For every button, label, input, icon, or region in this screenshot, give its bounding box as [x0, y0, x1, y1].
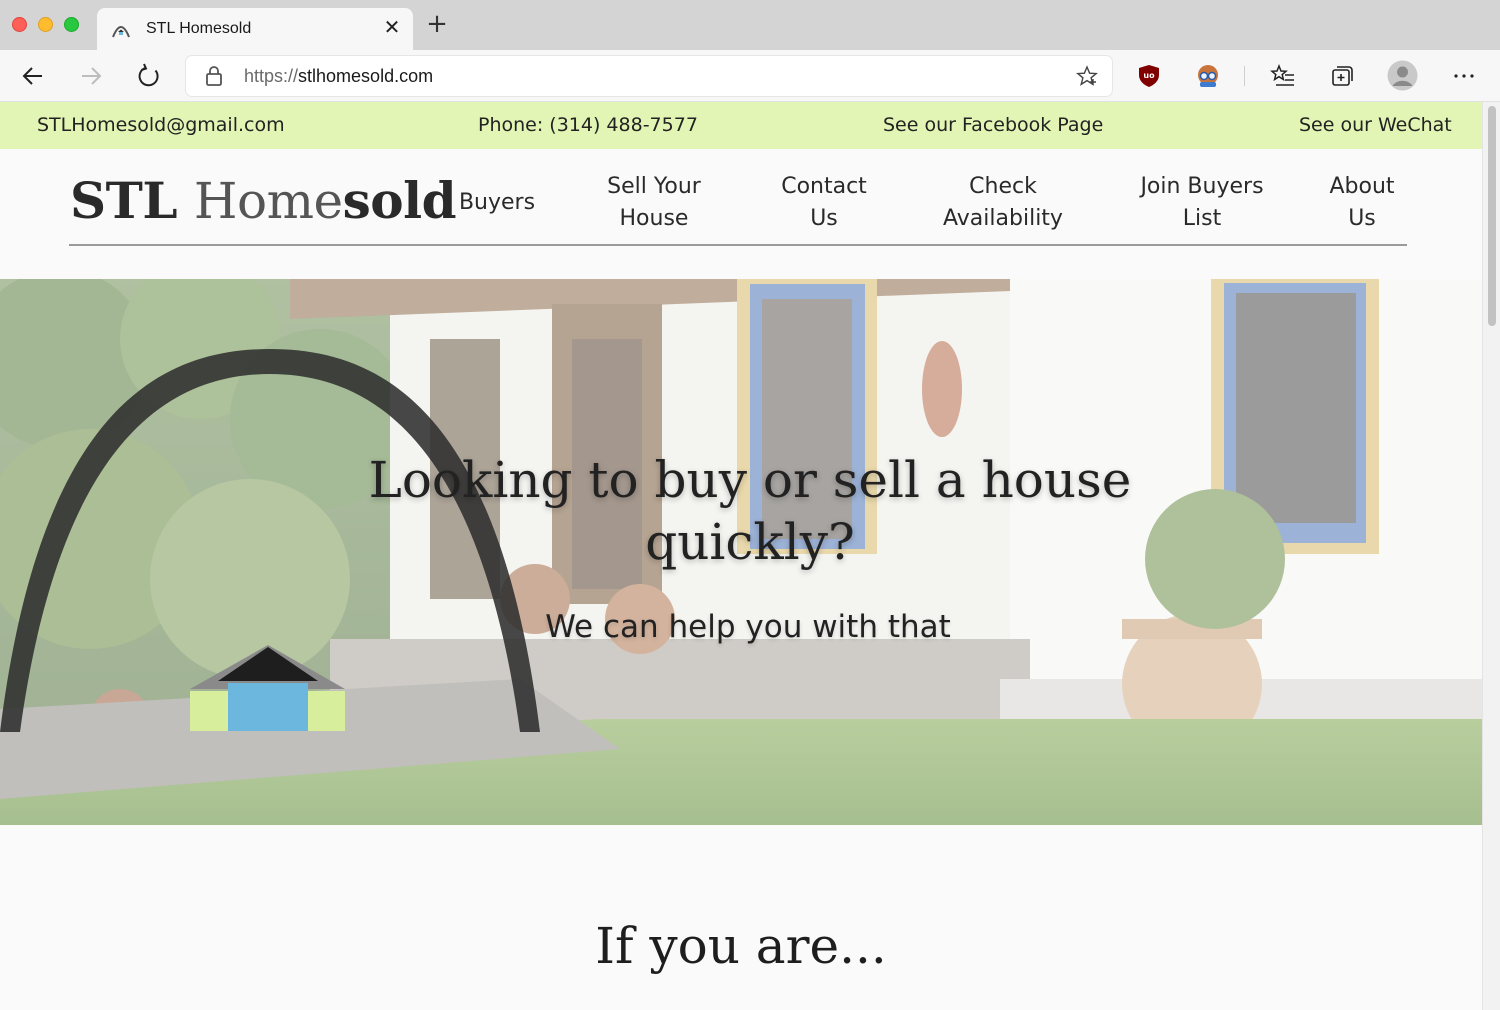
- tab-close-icon[interactable]: ✕: [381, 17, 403, 39]
- nav-about-us[interactable]: About Us: [1316, 171, 1408, 235]
- privacy-extension-icon[interactable]: [1195, 63, 1221, 89]
- reload-icon[interactable]: [134, 61, 164, 91]
- address-bar[interactable]: https://stlhomesold.com: [186, 56, 1112, 96]
- new-tab-icon[interactable]: +: [424, 11, 450, 38]
- url-host: stlhomesold.com: [298, 66, 434, 86]
- toolbar-separator: [1244, 66, 1245, 86]
- nav-check-availability[interactable]: Check Availability: [930, 171, 1076, 235]
- browser-tab-strip: STL Homesold ✕ +: [0, 0, 1500, 50]
- favorite-star-icon[interactable]: [1076, 65, 1098, 87]
- nav-buyers[interactable]: Buyers: [452, 187, 542, 219]
- nav-sell-your-house[interactable]: Sell Your House: [590, 171, 718, 235]
- hero-banner: Looking to buy or sell a house quickly? …: [0, 279, 1482, 825]
- logo-part-stl: STL: [70, 171, 194, 230]
- lock-icon: [206, 66, 222, 86]
- profile-avatar-icon[interactable]: [1387, 60, 1418, 91]
- site-header: STL Homesold Buyers Sell Your House Cont…: [0, 149, 1482, 279]
- hero-headline: Looking to buy or sell a house quickly?: [368, 451, 1132, 571]
- wechat-link[interactable]: See our WeChat: [1299, 114, 1452, 136]
- scrollbar-thumb[interactable]: [1488, 106, 1496, 326]
- header-divider: [69, 244, 1407, 246]
- url-text: https://stlhomesold.com: [244, 66, 433, 87]
- logo-part-sold: sold: [342, 171, 457, 230]
- logo-house-left-wall: [190, 691, 228, 731]
- collections-icon[interactable]: [1329, 63, 1355, 89]
- favorites-list-icon[interactable]: [1270, 63, 1296, 89]
- hero-subheadline: We can help you with that: [545, 609, 951, 645]
- ublock-extension-icon[interactable]: uo: [1136, 63, 1162, 89]
- page-scrollbar[interactable]: [1482, 102, 1500, 1010]
- back-arrow-icon[interactable]: [18, 61, 48, 91]
- nav-contact-us[interactable]: Contact Us: [770, 171, 878, 235]
- site-logo[interactable]: STL Homesold: [70, 171, 457, 230]
- logo-house-right-wall: [308, 691, 345, 731]
- browser-toolbar: https://stlhomesold.com uo: [0, 50, 1500, 102]
- tab-title: STL Homesold: [146, 20, 252, 37]
- phone-link[interactable]: Phone: (314) 488-7577: [478, 114, 698, 136]
- logo-house-center: [228, 683, 308, 731]
- svg-text:uo: uo: [1143, 71, 1155, 80]
- section-heading: If you are...: [595, 917, 887, 975]
- window-close-button[interactable]: [12, 17, 27, 32]
- logo-part-home: Home: [193, 172, 343, 230]
- more-menu-icon[interactable]: [1451, 63, 1477, 89]
- contact-top-bar: STLHomesold@gmail.com Phone: (314) 488-7…: [0, 102, 1482, 149]
- browser-tab-active[interactable]: STL Homesold ✕: [97, 8, 413, 50]
- page-viewport: STLHomesold@gmail.com Phone: (314) 488-7…: [0, 102, 1482, 1010]
- email-link[interactable]: STLHomesold@gmail.com: [37, 114, 285, 136]
- site-favicon-icon: [112, 26, 130, 38]
- facebook-link[interactable]: See our Facebook Page: [883, 114, 1103, 136]
- url-protocol: https://: [244, 66, 299, 86]
- window-minimize-button[interactable]: [38, 17, 53, 32]
- forward-arrow-icon[interactable]: [76, 61, 106, 91]
- window-zoom-button[interactable]: [64, 17, 79, 32]
- nav-join-buyers-list[interactable]: Join Buyers List: [1126, 171, 1278, 235]
